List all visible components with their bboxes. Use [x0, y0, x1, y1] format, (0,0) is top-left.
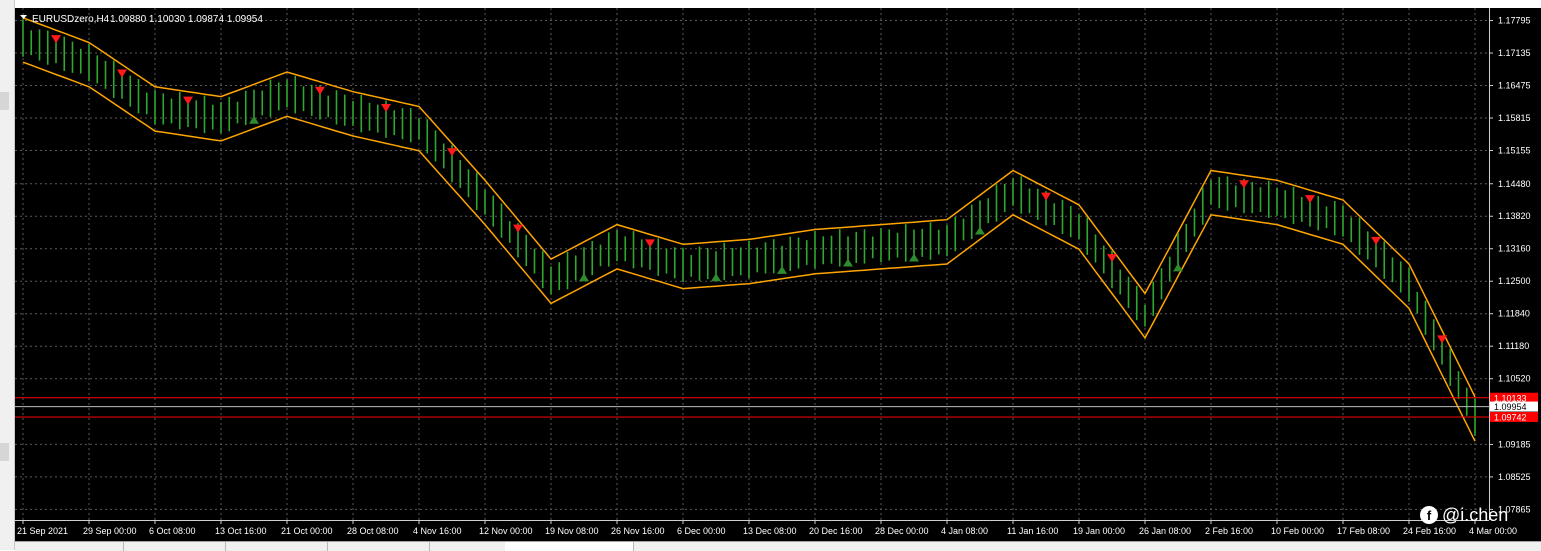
time-tick-label: 19 Jan 00:00 — [1073, 526, 1125, 536]
sell-arrow-icon — [51, 35, 61, 44]
price-tick-label: 1.10520 — [1498, 374, 1531, 384]
price-tick-label: 1.17795 — [1498, 16, 1531, 26]
buy-arrow-icon — [1173, 263, 1183, 272]
buy-arrow-icon — [909, 253, 919, 262]
price-tick-label: 1.11840 — [1498, 309, 1530, 319]
symbol-timeframe: EURUSDzero,H4 — [32, 14, 110, 25]
buy-arrow-icon — [711, 273, 721, 282]
time-tick-label: 4 Jan 08:00 — [941, 526, 988, 536]
sell-arrow-icon — [1107, 254, 1117, 263]
sell-arrow-icon — [1437, 335, 1447, 344]
chart-grid — [15, 8, 1489, 520]
price-levels: 1.101331.099541.09742 — [15, 392, 1538, 423]
time-tick-label: 26 Nov 16:00 — [611, 526, 665, 536]
left-panel-rail — [0, 0, 15, 550]
time-tick-label: 2 Feb 16:00 — [1205, 526, 1253, 536]
sell-arrow-icon — [513, 224, 523, 233]
time-tick-label: 20 Dec 16:00 — [809, 526, 863, 536]
time-tick-label: 28 Dec 00:00 — [875, 526, 929, 536]
buy-arrow-icon — [579, 273, 589, 282]
sell-arrow-icon — [1371, 236, 1381, 245]
time-tick-label: 6 Dec 00:00 — [677, 526, 726, 536]
sell-arrow-icon — [381, 104, 391, 112]
lower-level-label: 1.09742 — [1494, 413, 1527, 423]
sell-arrow-icon — [183, 96, 193, 105]
price-axis: 1.17795 1.17135 1.16475 1.15815 1.15155 1.144… — [1489, 8, 1531, 520]
time-tick-label: 13 Dec 08:00 — [743, 526, 797, 536]
time-tick-label: 11 Jan 16:00 — [1007, 526, 1058, 536]
chart-canvas: 1.101331.099541.09742 1.17795 1.17135 1.16… — [15, 8, 1538, 536]
price-tick-label: 1.17135 — [1498, 48, 1531, 58]
sell-arrow-icon — [315, 86, 325, 95]
time-tick-label: 6 Oct 08:00 — [149, 526, 196, 536]
time-axis: 21 Sep 2021 29 Sep 00:00 6 Oct 08:00 13 Oct… — [15, 520, 1517, 536]
price-tick-label: 1.12500 — [1498, 276, 1531, 286]
facebook-icon: f — [1420, 506, 1438, 524]
price-tick-label: 1.11180 — [1498, 341, 1529, 351]
sell-arrow-icon — [1305, 195, 1315, 204]
time-tick-label: 13 Oct 16:00 — [215, 526, 267, 536]
chart-header: EURUSDzero,H4 1.09880 1.10030 1.09874 1.… — [20, 14, 263, 25]
ohlc-values: 1.09880 1.10030 1.09874 1.09954 — [110, 14, 263, 25]
time-tick-label: 12 Nov 00:00 — [479, 526, 533, 536]
price-tick-label: 1.13160 — [1498, 244, 1531, 254]
price-tick-label: 1.15155 — [1498, 146, 1531, 156]
time-tick-label: 4 Nov 16:00 — [413, 526, 462, 536]
buy-arrow-icon — [777, 265, 787, 274]
time-tick-label: 19 Nov 08:00 — [545, 526, 599, 536]
price-tick-label: 1.16475 — [1498, 81, 1531, 91]
time-tick-label: 21 Oct 00:00 — [281, 526, 333, 536]
price-tick-label: 1.13820 — [1498, 211, 1531, 221]
current-price-label: 1.09954 — [1494, 402, 1527, 412]
price-tick-label: 1.08525 — [1498, 472, 1531, 482]
price-tick-label: 1.15815 — [1498, 113, 1531, 123]
buy-arrow-icon — [975, 226, 985, 235]
price-tick-label: 1.14480 — [1498, 179, 1531, 189]
time-tick-label: 10 Feb 00:00 — [1271, 526, 1324, 536]
sell-arrow-icon — [645, 239, 655, 248]
watermark: f @i.chen — [1420, 502, 1508, 528]
time-tick-label: 28 Oct 08:00 — [347, 526, 399, 536]
sell-arrow-icon — [1239, 180, 1249, 189]
time-tick-label: 26 Jan 08:00 — [1139, 526, 1191, 536]
rail-scroll-mark[interactable] — [0, 443, 9, 461]
time-tick-label: 21 Sep 2021 — [17, 526, 68, 536]
price-chart[interactable]: 1.10133 1.09954 1.09742 1.17795 1.17135 1.16… — [15, 8, 1541, 541]
rail-scroll-mark[interactable] — [0, 92, 9, 110]
sell-arrow-icon — [447, 148, 457, 157]
time-tick-label: 17 Feb 08:00 — [1337, 526, 1390, 536]
sell-arrow-icon — [1041, 192, 1051, 201]
time-tick-label: 29 Sep 00:00 — [83, 526, 137, 536]
buy-arrow-icon — [249, 115, 259, 124]
buy-arrow-icon — [843, 258, 853, 267]
price-tick-label: 1.09185 — [1498, 439, 1531, 449]
sell-arrow-icon — [117, 69, 127, 78]
watermark-text: @i.chen — [1442, 504, 1509, 525]
